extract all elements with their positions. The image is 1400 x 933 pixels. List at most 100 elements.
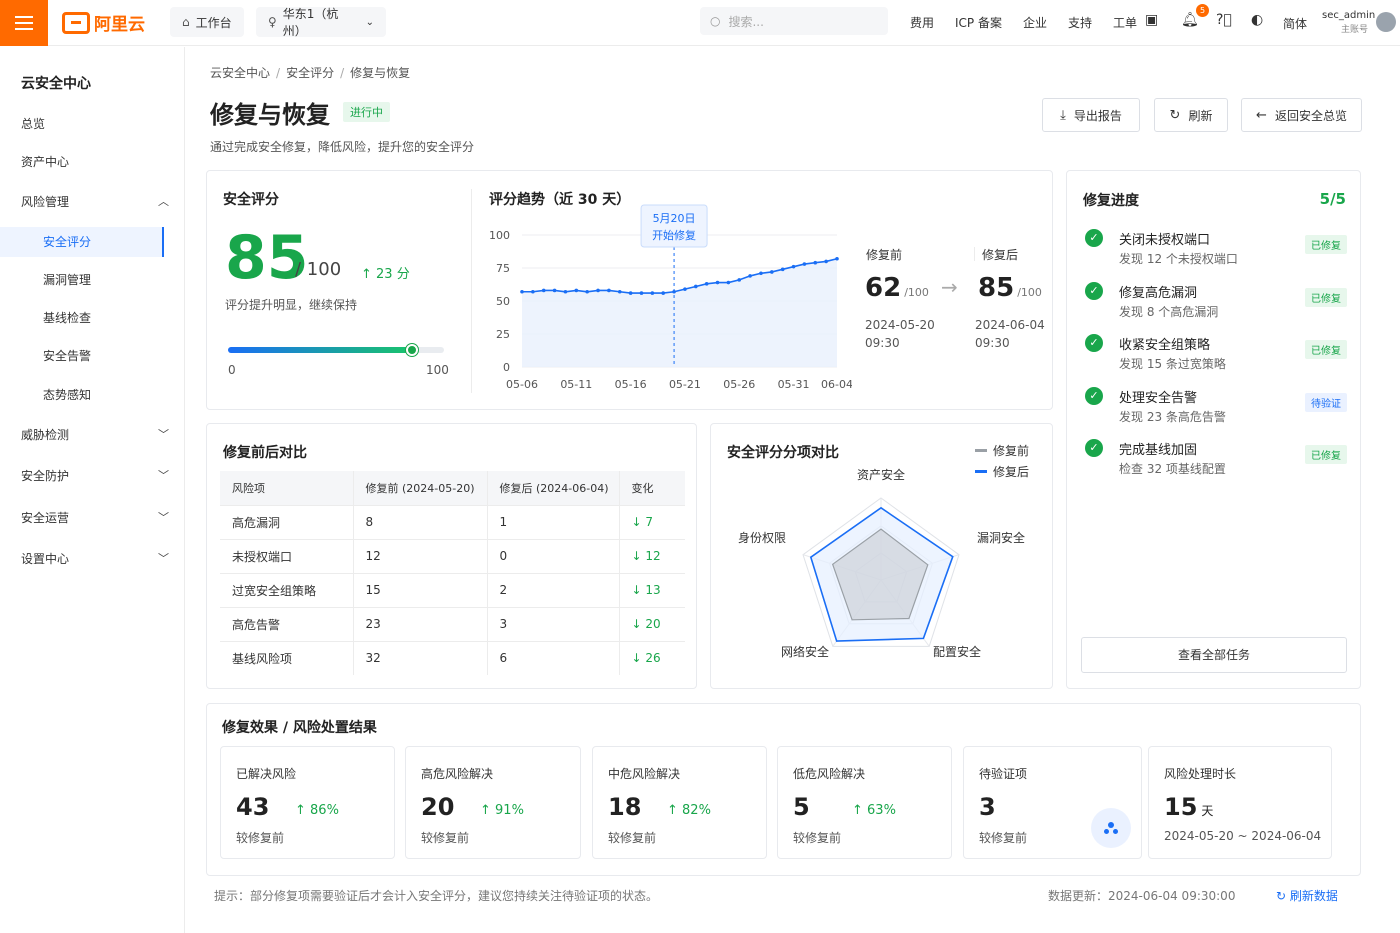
region-label: 华东1（杭州）	[282, 7, 339, 38]
export-report-button[interactable]: ⤓ 导出报告	[1042, 98, 1140, 132]
task-status-tag: 已修复	[1305, 287, 1347, 307]
sidebar-item-settings[interactable]: 设置中心 ﹀	[21, 544, 185, 574]
task-status-tag: 待验证	[1305, 392, 1347, 412]
data-point	[574, 288, 579, 293]
avatar[interactable]	[1376, 12, 1396, 32]
table-cell: 0	[487, 538, 620, 573]
task-item[interactable]: ✓ 处理安全告警 发现 23 条高危告警 待验证	[1085, 386, 1347, 439]
score-progress-bar	[228, 344, 444, 356]
user-region-icon: ♀	[268, 15, 277, 29]
aliyun-logo[interactable]: 阿里云	[62, 10, 145, 35]
sidebar-item-security-score[interactable]: 安全评分	[0, 227, 164, 257]
task-desc: 发现 8 个高危漏洞	[1119, 304, 1219, 319]
chevron-down-icon: ﹀	[158, 552, 169, 565]
x-tick-label: 05-21	[669, 378, 701, 391]
stat-unit: 天	[1201, 804, 1214, 818]
stat-label: 低危风险解决	[793, 767, 866, 781]
image-icon[interactable]: ▣	[1145, 12, 1158, 28]
stat-sub: 较修复前	[793, 831, 842, 845]
x-tick-label: 05-31	[778, 378, 810, 391]
theme-icon[interactable]: ◐	[1251, 12, 1263, 28]
check-circle-icon: ✓	[1085, 334, 1103, 352]
arrow-right-icon: →	[941, 275, 958, 299]
task-item[interactable]: ✓ 完成基线加固 检查 32 项基线配置 已修复	[1085, 439, 1347, 491]
link-billing[interactable]: 费用	[910, 14, 934, 31]
task-item[interactable]: ✓ 收紧安全组策略 发现 15 条过宽策略 已修复	[1085, 334, 1347, 386]
sidebar-item-risk[interactable]: 风险管理 ︿	[21, 187, 185, 217]
sidebar-item-situation[interactable]: 态势感知	[0, 380, 164, 410]
sidebar-item-label: 风险管理	[21, 195, 70, 209]
search-input[interactable]: ○ 搜索...	[700, 7, 888, 35]
task-item[interactable]: ✓ 修复高危漏洞 发现 8 个高危漏洞 已修复	[1085, 281, 1347, 334]
sidebar: 云安全中心 总览 资产中心 风险管理 ︿ 安全评分 漏洞管理 基线检查 安全告警…	[0, 47, 185, 933]
back-overview-button[interactable]: ← 返回安全总览	[1241, 98, 1362, 132]
data-point	[552, 288, 557, 293]
sidebar-title: 云安全中心	[21, 76, 91, 92]
search-placeholder: 搜索...	[728, 14, 764, 29]
link-ticket[interactable]: 工单	[1113, 14, 1137, 31]
sidebar-item-alerts[interactable]: 安全告警	[0, 341, 164, 371]
sidebar-item-overview[interactable]: 总览	[21, 109, 185, 139]
progress-count: 5/5	[1319, 190, 1346, 208]
before-score-value: 62	[865, 273, 902, 303]
top-links: 费用 ICP 备案 企业 支持 工单	[910, 14, 1158, 31]
change-cell: ↓ 7	[619, 504, 685, 539]
result-stat-card: 高危风险解决 20 ↑ 91% 较修复前	[405, 746, 581, 859]
stat-sub: 较修复前	[979, 831, 1028, 845]
score-title: 安全评分	[223, 192, 279, 208]
workbench-button[interactable]: ⌂ 工作台	[170, 7, 244, 37]
result-stat-card: 中危风险解决 18 ↑ 82% 较修复前	[592, 746, 767, 859]
hamburger-menu-icon[interactable]	[0, 0, 48, 46]
table-row: 过宽安全组策略 15 2 ↓ 13	[220, 572, 685, 607]
bell-icon[interactable]: 🔔︎	[1181, 12, 1199, 28]
refresh-button[interactable]: ↻ 刷新	[1154, 98, 1228, 132]
legend-after: 修复后	[975, 463, 1029, 480]
breadcrumb-item[interactable]: 云安全中心	[210, 66, 270, 80]
sidebar-item-vulns[interactable]: 漏洞管理	[0, 265, 164, 295]
stat-value: 15 天	[1164, 793, 1213, 821]
x-tick-label: 05-06	[506, 378, 538, 391]
data-point	[693, 284, 698, 289]
table-cell: 32	[353, 640, 488, 675]
link-support[interactable]: 支持	[1068, 14, 1092, 31]
data-point	[628, 291, 633, 295]
refresh-data-link[interactable]: ↻ 刷新数据	[1276, 887, 1338, 904]
x-tick-label: 06-04	[821, 378, 852, 391]
user-name: sec_admin	[1322, 10, 1376, 21]
link-enterprise[interactable]: 企业	[1023, 14, 1047, 31]
data-point	[639, 291, 644, 295]
sidebar-item-baseline[interactable]: 基线检查	[0, 303, 164, 333]
page-title: 修复与恢复	[210, 101, 330, 129]
region-select[interactable]: ♀ 华东1（杭州） ⌄	[256, 7, 386, 38]
y-tick-label: 25	[496, 328, 510, 341]
link-icp[interactable]: ICP 备案	[955, 14, 1002, 31]
sidebar-item-protection[interactable]: 安全防护 ﹀	[21, 461, 185, 491]
breadcrumb-item[interactable]: 安全评分	[286, 66, 334, 80]
stat-value: 3	[979, 793, 996, 821]
task-item[interactable]: ✓ 关闭未授权端口 发现 12 个未授权端口 已修复	[1085, 229, 1347, 281]
help-icon[interactable]: ?⃝	[1216, 12, 1232, 28]
sidebar-item-operations[interactable]: 安全运营 ﹀	[21, 503, 185, 533]
stat-number: 3	[979, 793, 996, 821]
score-card: 安全评分 85 / 100 ↑ 23 分 评分提升明显，继续保持 0 100 评…	[206, 170, 1053, 410]
sidebar-item-assets[interactable]: 资产中心	[21, 147, 185, 177]
view-all-tasks-button[interactable]: 查看全部任务	[1081, 637, 1347, 673]
data-point	[531, 289, 535, 294]
trend-chart: 0 25 50 75 100 05-06 05-11 05-16 05-21 05-26 05-31…	[489, 204, 852, 391]
sidebar-item-threat[interactable]: 威胁检测 ﹀	[21, 420, 185, 450]
y-tick-label: 50	[496, 295, 510, 308]
table-row: 未授权端口 12 0 ↓ 12	[220, 538, 685, 573]
y-tick-label: 100	[489, 229, 510, 242]
stat-value: 18	[608, 793, 641, 821]
language-switch[interactable]: 简体	[1283, 15, 1307, 32]
refresh-icon: ↻	[1276, 889, 1290, 903]
user-info[interactable]: sec_admin 主账号	[1322, 9, 1376, 37]
task-title: 修复高危漏洞	[1119, 285, 1198, 301]
data-point	[726, 280, 731, 285]
download-icon: ⤓	[1060, 107, 1066, 123]
chevron-down-icon: ﹀	[158, 428, 169, 441]
table-cell: 6	[487, 640, 620, 675]
score-value: 85	[225, 223, 309, 293]
result-stat-card: 待验证项 3 较修复前	[963, 746, 1142, 859]
data-point	[607, 288, 611, 293]
